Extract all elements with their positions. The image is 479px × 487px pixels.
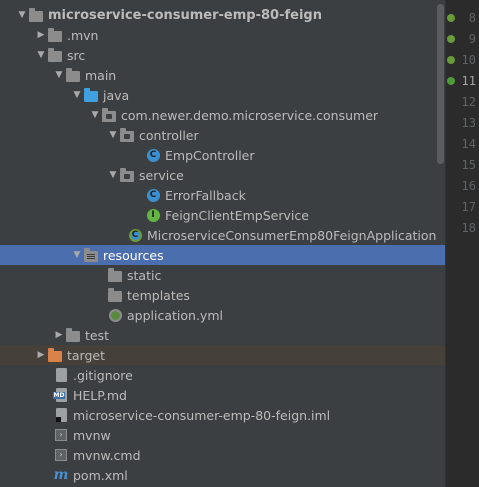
tree-row-label: ErrorFallback [165,187,246,203]
tree-row-label: target [67,347,106,363]
package-icon [119,167,135,183]
project-tree-panel: ▼ microservice-consumer-emp-80-feign ▶ .… [0,0,445,487]
line-number: 14 [461,137,476,151]
line-number: 15 [461,158,476,172]
terminal-icon: › [53,427,69,443]
folder-icon [107,287,123,303]
tree-row-label: FeignClientEmpService [165,207,309,223]
tree-row-label: microservice-consumer-emp-80-feign.iml [73,407,331,423]
tree-row-label: EmpController [165,147,255,163]
tree-row-iml[interactable]: microservice-consumer-emp-80-feign.iml [0,405,445,425]
tree-row-feignclientempservice[interactable]: I FeignClientEmpService [0,205,445,225]
tree-row-label: com.newer.demo.microservice.consumer [121,107,379,123]
tree-row-label: service [139,167,184,183]
tree-row-pom-xml[interactable]: m pom.xml [0,465,445,485]
tree-row-label: src [67,47,86,63]
tree-row-label: test [85,327,110,343]
folder-icon [65,67,81,83]
bean-gutter-icon[interactable] [446,55,456,65]
tree-row-package-controller[interactable]: ▼ controller [0,125,445,145]
line-number: 16 [461,179,476,193]
expand-arrow-icon[interactable]: ▼ [71,85,83,105]
tree-row-label: mvnw.cmd [73,447,141,463]
tree-row-static[interactable]: static [0,265,445,285]
tree-row-label: main [85,67,117,83]
tree-row-mvnw[interactable]: › mvnw [0,425,445,445]
tree-row-label: java [103,87,130,103]
expand-arrow-icon[interactable]: ▼ [16,5,28,25]
folder-icon [65,327,81,343]
tree-row-test[interactable]: ▶ test [0,325,445,345]
tree-row-label: .mvn [67,27,99,43]
tree-row-project-root[interactable]: ▼ microservice-consumer-emp-80-feign [0,5,445,25]
markdown-icon [52,387,69,403]
tree-row-help-md[interactable]: HELP.md [0,385,445,405]
source-folder-icon [83,87,99,103]
tree-row-main[interactable]: ▼ main [0,65,445,85]
tree-row-label: application.yml [127,307,223,323]
expand-arrow-icon[interactable]: ▼ [35,45,47,65]
line-number: 12 [461,95,476,109]
iml-icon [53,407,69,423]
expand-arrow-icon[interactable]: ▼ [107,125,119,145]
bean-gutter-icon[interactable] [446,13,456,23]
tree-row-label: .gitignore [73,367,133,383]
tree-row-mvnw-cmd[interactable]: › mvnw.cmd [0,445,445,465]
tree-row-label: HELP.md [73,387,127,403]
run-gutter-icon[interactable] [446,76,456,86]
tree-row-target[interactable]: ▶ target [0,345,445,365]
tree-row-label: resources [103,247,164,263]
tree-row-templates[interactable]: templates [0,285,445,305]
tree-row-resources[interactable]: ▼ resources [0,245,445,265]
expand-arrow-icon[interactable]: ▼ [107,165,119,185]
spring-boot-class-icon: C [127,227,143,243]
package-icon [119,127,135,143]
tree-row-label: pom.xml [73,467,128,483]
collapse-arrow-icon[interactable]: ▶ [53,325,65,345]
tree-row-mvn[interactable]: ▶ .mvn [0,25,445,45]
expand-arrow-icon[interactable]: ▼ [53,65,65,85]
file-icon [53,367,69,383]
line-number: 17 [461,200,476,214]
collapse-arrow-icon[interactable]: ▶ [35,25,47,45]
tree-row-label: static [127,267,162,283]
maven-icon: m [53,467,69,483]
tree-row-src[interactable]: ▼ src [0,45,445,65]
tree-row-errorfallback[interactable]: C ErrorFallback [0,185,445,205]
tree-row-empcontroller[interactable]: C EmpController [0,145,445,165]
tree-row-label: templates [127,287,190,303]
tree-row-label: mvnw [73,427,111,443]
tree-row-java[interactable]: ▼ java [0,85,445,105]
terminal-icon: › [53,447,69,463]
expand-arrow-icon[interactable]: ▼ [71,245,83,265]
excluded-folder-icon [47,347,63,363]
expand-arrow-icon[interactable]: ▼ [89,105,101,125]
folder-icon [47,47,63,63]
tree-row-label: MicroserviceConsumerEmp80FeignApplicatio… [147,227,437,243]
tree-row-label: microservice-consumer-emp-80-feign [48,7,322,23]
module-folder-icon [28,7,44,23]
tree-row-package-consumer[interactable]: ▼ com.newer.demo.microservice.consumer [0,105,445,125]
bean-gutter-icon[interactable] [446,34,456,44]
class-icon: C [145,147,161,163]
line-number: 13 [461,116,476,130]
interface-icon: I [145,207,161,223]
line-number: 18 [461,221,476,235]
tree-row-package-service[interactable]: ▼ service [0,165,445,185]
package-icon [101,107,117,123]
folder-icon [47,27,63,43]
class-icon: C [145,187,161,203]
tree-row-label: controller [139,127,199,143]
vertical-scrollbar[interactable] [437,4,444,164]
tree-row-application-yml[interactable]: application.yml [0,305,445,325]
folder-icon [107,267,123,283]
spring-config-icon [107,307,123,323]
collapse-arrow-icon[interactable]: ▶ [35,345,47,365]
resources-folder-icon [83,247,99,263]
tree-row-application-class[interactable]: C MicroserviceConsumerEmp80FeignApplicat… [0,225,445,245]
tree-row-gitignore[interactable]: .gitignore [0,365,445,385]
